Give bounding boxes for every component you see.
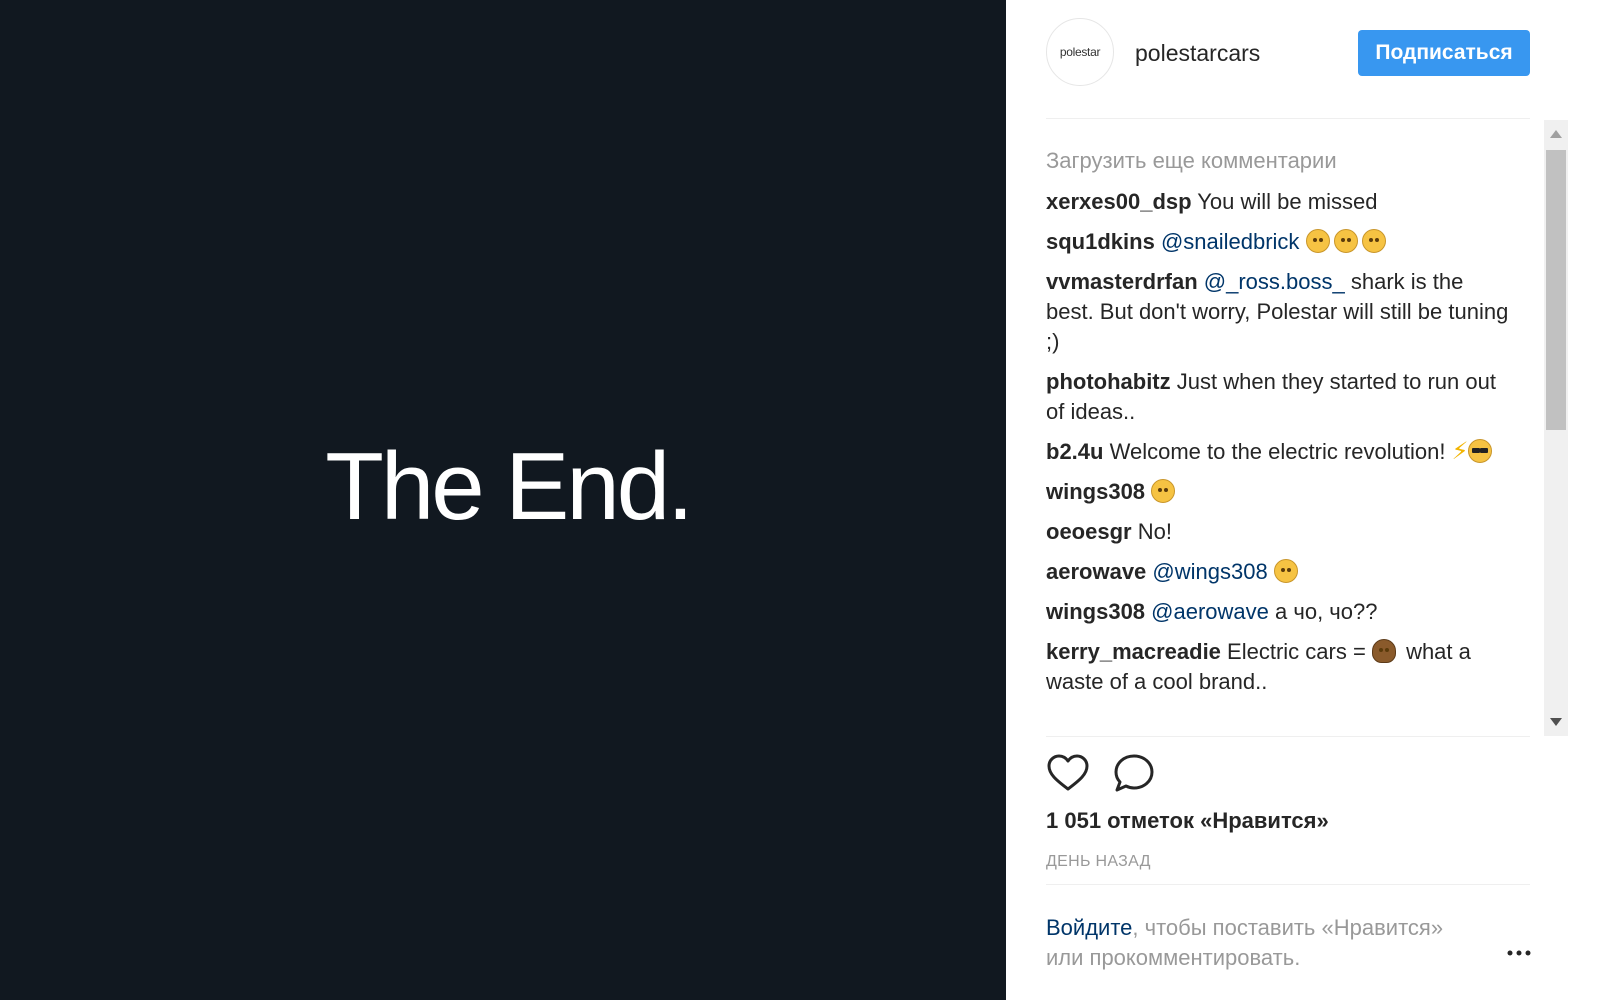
post-sidebar: polestar polestarcars Подписаться Загруз…	[1006, 0, 1600, 1000]
lightning-bolt-icon: ⚡	[1451, 438, 1469, 465]
post-time: День назад	[1046, 853, 1151, 870]
more-options-icon[interactable]	[1504, 938, 1534, 968]
comment-user[interactable]: oeoesgr	[1046, 519, 1132, 544]
comment-text: а чо, чо??	[1275, 599, 1378, 624]
scroll-thumb[interactable]	[1546, 150, 1566, 430]
comment-text: Welcome to the electric revolution!	[1109, 439, 1446, 464]
comment-mention[interactable]: @_ross.boss_	[1204, 269, 1345, 294]
load-more-comments[interactable]: Загрузить еще комментарии	[1046, 146, 1516, 176]
login-prompt: Войдите, чтобы поставить «Нравится» или …	[1046, 913, 1486, 973]
likes-count[interactable]: 1 051 отметок «Нравится»	[1046, 808, 1329, 834]
disappointed-face-icon	[1333, 229, 1358, 253]
comment-item: photohabitz Just when they started to ru…	[1046, 367, 1516, 427]
comment-item: squ1dkins @snailedbrick	[1046, 227, 1516, 257]
header-divider	[1046, 118, 1530, 119]
comment-user[interactable]: wings308	[1046, 599, 1145, 624]
comment-text: No!	[1137, 519, 1172, 544]
follow-button[interactable]: Подписаться	[1358, 30, 1530, 76]
comments-list: Загрузить еще комментарии xerxes00_dsp Y…	[1046, 136, 1516, 734]
comment-item: aerowave @wings308	[1046, 557, 1516, 587]
comment-user[interactable]: aerowave	[1046, 559, 1146, 584]
username-link[interactable]: polestarcars	[1135, 40, 1260, 67]
scroll-up-arrow-icon[interactable]	[1550, 130, 1562, 138]
avatar-logo-text: polestar	[1059, 45, 1101, 59]
comment-mention[interactable]: @snailedbrick	[1161, 229, 1300, 254]
comment-item: vvmasterdrfan @_ross.boss_ shark is the …	[1046, 267, 1516, 357]
comment-item: oeoesgr No!	[1046, 517, 1516, 547]
comment-text: Electric cars =	[1227, 639, 1366, 664]
comment-user[interactable]: kerry_macreadie	[1046, 639, 1221, 664]
comment-item: b2.4u Welcome to the electric revolution…	[1046, 437, 1516, 467]
comment-user[interactable]: xerxes00_dsp	[1046, 189, 1192, 214]
comment-user[interactable]: squ1dkins	[1046, 229, 1155, 254]
comment-item: wings308 @aerowave а чо, чо??	[1046, 597, 1516, 627]
comment-mention[interactable]: @aerowave	[1151, 599, 1269, 624]
comments-divider	[1046, 736, 1530, 737]
comment-item: wings308	[1046, 477, 1516, 507]
disappointed-face-icon	[1361, 229, 1386, 253]
crying-face-icon	[1305, 229, 1330, 253]
comment-text: You will be missed	[1197, 189, 1378, 214]
sunglasses-face-icon	[1468, 439, 1493, 463]
comment-user[interactable]: wings308	[1046, 479, 1145, 504]
media-text: The End.	[325, 433, 694, 540]
comment-item: xerxes00_dsp You will be missed	[1046, 187, 1516, 217]
footer-divider	[1046, 884, 1530, 885]
frowning-face-icon	[1273, 559, 1298, 583]
comment-icon[interactable]	[1112, 752, 1156, 796]
comment-user[interactable]: vvmasterdrfan	[1046, 269, 1198, 294]
heart-icon[interactable]	[1046, 752, 1090, 796]
post-header: polestar polestarcars Подписаться	[1006, 0, 1600, 120]
scroll-down-arrow-icon[interactable]	[1550, 718, 1562, 726]
post-media: The End.	[0, 0, 1006, 1000]
comment-user[interactable]: b2.4u	[1046, 439, 1103, 464]
comment-mention[interactable]: @wings308	[1152, 559, 1267, 584]
winking-tongue-face-icon	[1151, 479, 1176, 503]
avatar[interactable]: polestar	[1046, 18, 1114, 86]
login-link[interactable]: Войдите	[1046, 915, 1132, 940]
comment-item: kerry_macreadie Electric cars = what a w…	[1046, 637, 1516, 697]
pile-of-poo-icon	[1371, 639, 1396, 663]
comment-user[interactable]: photohabitz	[1046, 369, 1171, 394]
comments-scrollbar[interactable]	[1544, 120, 1568, 736]
